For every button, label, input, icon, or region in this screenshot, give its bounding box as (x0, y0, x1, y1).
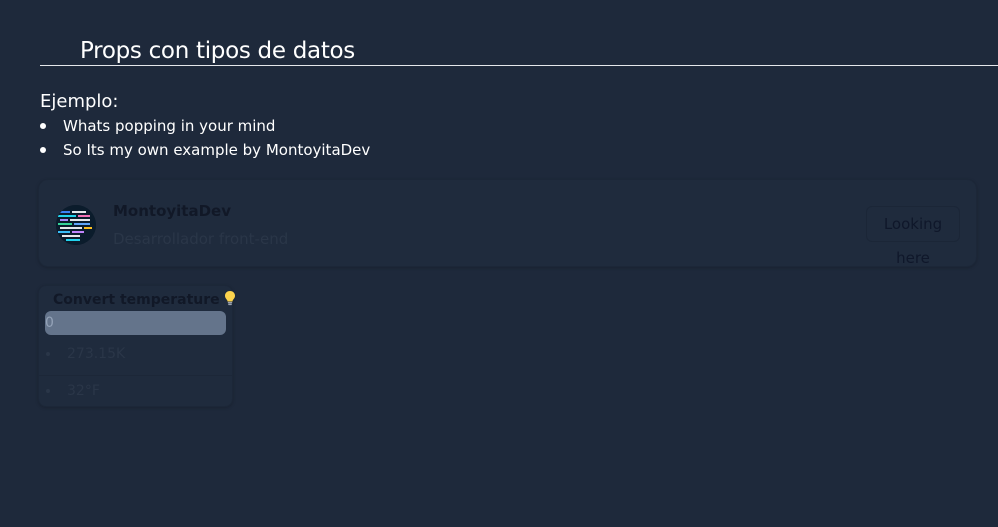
avatar (56, 205, 96, 245)
example-item: So Its my own example by MontoyitaDev (40, 138, 370, 162)
example-label: Ejemplo: (40, 91, 119, 112)
title-divider (40, 65, 998, 66)
conversion-results: 273.15K 32°F (39, 339, 232, 411)
page-title: Props con tipos de datos (80, 38, 355, 64)
temperature-title-text: Convert temperature (53, 292, 220, 308)
lightbulb-icon (224, 290, 236, 312)
temperature-input[interactable] (45, 311, 226, 335)
kelvin-result: 273.15K (39, 339, 232, 375)
temperature-card-title: Convert temperature (53, 290, 236, 312)
fahrenheit-result: 32°F (39, 375, 232, 411)
example-list: Whats popping in your mind So Its my own… (40, 114, 370, 162)
temperature-card: Convert temperature 273.15K 32°F (38, 285, 236, 407)
profile-role: Desarrollador front-end (113, 230, 289, 248)
profile-card: MontoyitaDev Desarrollador front-end Loo… (38, 179, 977, 267)
profile-name: MontoyitaDev (113, 202, 232, 220)
looking-here-button[interactable]: Looking here (866, 206, 960, 267)
example-item: Whats popping in your mind (40, 114, 370, 138)
